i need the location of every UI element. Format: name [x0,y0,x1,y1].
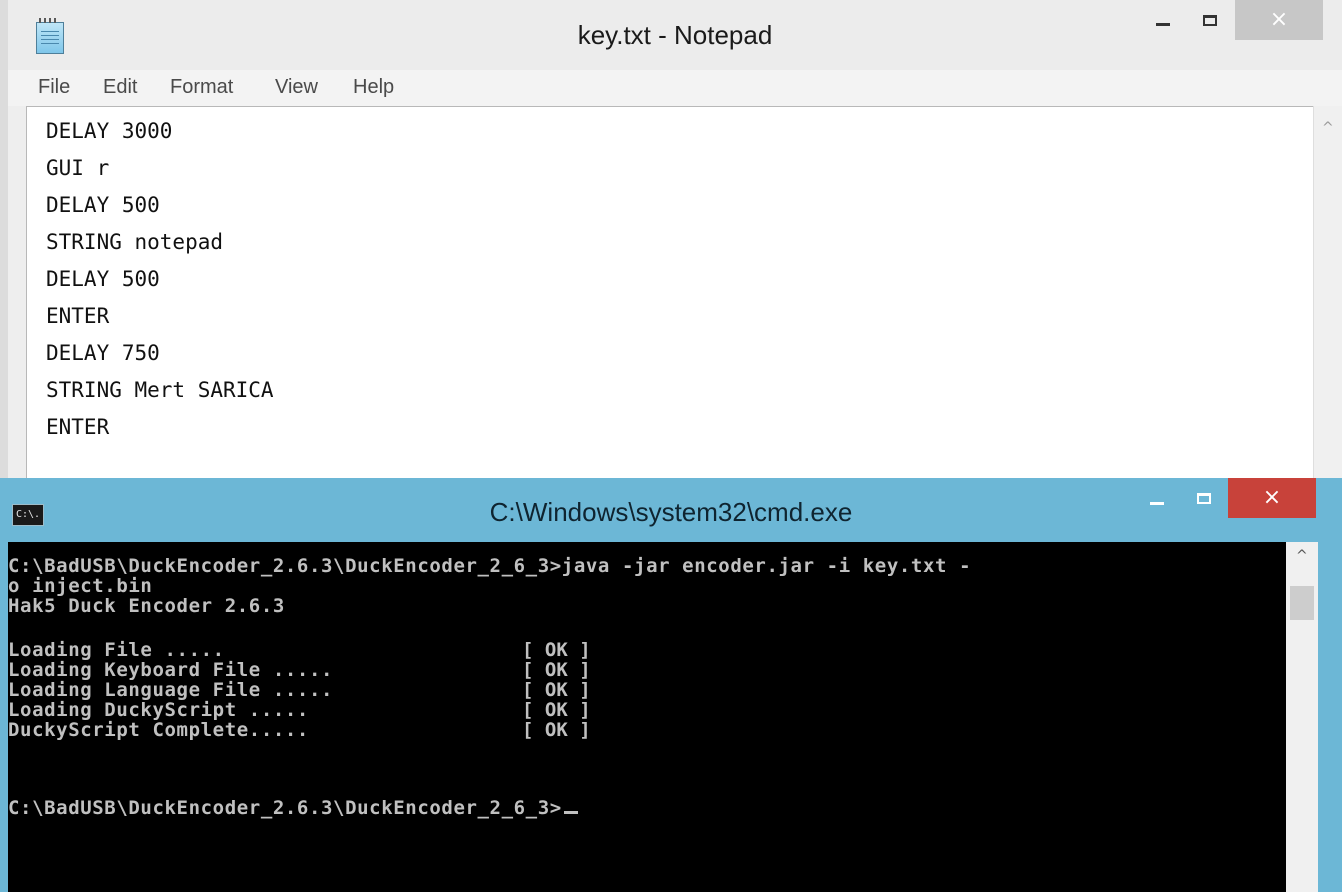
text-line: DELAY 750 [46,341,160,365]
step-label: Loading DuckyScript ..... [8,699,309,721]
text-line: DELAY 500 [46,193,160,217]
cmd-titlebar[interactable]: C:\. C:\Windows\system32\cmd.exe × [0,478,1342,542]
prompt-line: C:\BadUSB\DuckEncoder_2.6.3\DuckEncoder_… [8,798,578,818]
step-status: [ OK ] [522,699,591,721]
scroll-up-icon[interactable]: ^ [1296,548,1308,564]
cmd-vertical-scrollbar[interactable]: ^ [1286,542,1318,892]
notepad-window: key.txt - Notepad × File Edit Format Vie… [0,0,1342,478]
command-line-wrap: o inject.bin [8,575,153,597]
cmd-window: C:\. C:\Windows\system32\cmd.exe × C:\Ba… [0,478,1342,892]
text-line: GUI r [46,156,110,180]
menu-view[interactable]: View [275,76,318,99]
step-status: [ OK ] [522,659,591,681]
notepad-maximize-button[interactable] [1187,0,1233,40]
notepad-menubar: File Edit Format View Help [8,70,1342,106]
notepad-close-button[interactable]: × [1235,0,1323,40]
command-line: C:\BadUSB\DuckEncoder_2.6.3\DuckEncoder_… [8,555,972,577]
minimize-icon [1150,501,1164,505]
cmd-minimize-button[interactable] [1134,478,1180,518]
cmd-close-button[interactable]: × [1228,478,1316,518]
text-line: STRING Mert SARICA [46,378,274,402]
maximize-icon [1197,492,1211,504]
scroll-thumb[interactable] [1290,586,1314,620]
notepad-titlebar[interactable]: key.txt - Notepad × [8,0,1342,70]
step-label: Loading File ..... [8,639,225,661]
notepad-vertical-scrollbar[interactable]: ^ [1313,106,1342,478]
close-icon: × [1262,485,1282,510]
cmd-window-frame [1318,542,1342,892]
maximize-icon [1203,14,1217,26]
notepad-minimize-button[interactable] [1140,0,1186,40]
cmd-maximize-button[interactable] [1181,478,1227,518]
cmd-console-output[interactable]: C:\BadUSB\DuckEncoder_2.6.3\DuckEncoder_… [8,542,1286,892]
text-line: ENTER [46,304,110,328]
step-status: [ OK ] [522,679,591,701]
minimize-icon [1156,22,1170,26]
menu-edit[interactable]: Edit [103,76,137,99]
notepad-text-area[interactable]: DELAY 3000 GUI r DELAY 500 STRING notepa… [26,106,1314,478]
step-label: Loading Language File ..... [8,679,334,701]
text-line: STRING notepad [46,230,224,254]
step-status: [ OK ] [522,719,591,741]
step-label: Loading Keyboard File ..... [8,659,334,681]
text-cursor [563,811,578,814]
text-line: DELAY 3000 [46,119,173,143]
text-line: ENTER [46,415,110,439]
banner-line: Hak5 Duck Encoder 2.6.3 [8,595,285,617]
prompt-text: C:\BadUSB\DuckEncoder_2.6.3\DuckEncoder_… [8,797,562,819]
menu-help[interactable]: Help [353,76,394,99]
step-label: DuckyScript Complete..... [8,719,309,741]
close-icon: × [1269,7,1289,32]
menu-file[interactable]: File [38,76,70,99]
step-status: [ OK ] [522,639,591,661]
menu-format[interactable]: Format [170,76,233,99]
scroll-up-icon[interactable]: ^ [1322,120,1334,136]
text-line: DELAY 500 [46,267,160,291]
